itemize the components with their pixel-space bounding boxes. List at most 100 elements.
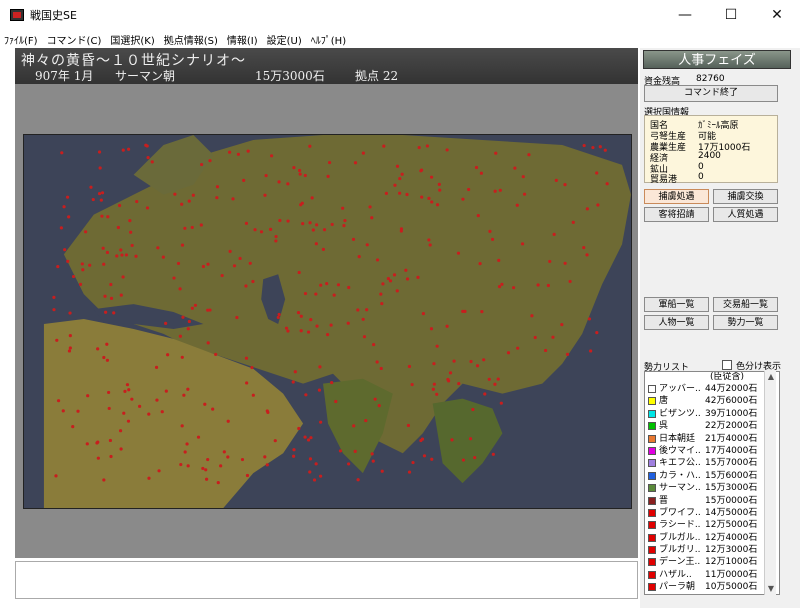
base-marker[interactable] bbox=[102, 262, 106, 266]
base-marker[interactable] bbox=[437, 182, 441, 186]
base-marker[interactable] bbox=[319, 283, 323, 287]
base-marker[interactable] bbox=[226, 455, 230, 459]
base-marker[interactable] bbox=[361, 151, 365, 155]
faction-row[interactable]: サーマン.. 15万3000石 bbox=[645, 482, 779, 494]
base-marker[interactable] bbox=[493, 189, 497, 193]
base-marker[interactable] bbox=[156, 246, 160, 250]
base-marker[interactable] bbox=[201, 466, 205, 471]
base-marker[interactable] bbox=[361, 317, 365, 321]
base-marker[interactable] bbox=[284, 326, 289, 330]
base-marker[interactable] bbox=[422, 454, 427, 458]
base-marker[interactable] bbox=[183, 450, 187, 454]
base-marker[interactable] bbox=[303, 435, 307, 439]
faction-row[interactable]: ハザル.. 11万0000石 bbox=[645, 569, 779, 581]
base-marker[interactable] bbox=[180, 424, 184, 428]
base-marker[interactable] bbox=[253, 228, 257, 232]
base-marker[interactable] bbox=[364, 418, 368, 423]
base-marker[interactable] bbox=[228, 150, 232, 154]
base-marker[interactable] bbox=[429, 327, 434, 331]
base-marker[interactable] bbox=[500, 282, 504, 286]
base-marker[interactable] bbox=[511, 286, 516, 290]
base-marker[interactable] bbox=[84, 230, 88, 234]
base-marker[interactable] bbox=[591, 145, 595, 150]
base-marker[interactable] bbox=[365, 308, 369, 312]
base-marker[interactable] bbox=[314, 242, 318, 246]
base-marker[interactable] bbox=[467, 187, 471, 192]
base-marker[interactable] bbox=[585, 253, 589, 257]
invite-general-button[interactable]: 客将招請 bbox=[644, 207, 709, 222]
base-marker[interactable] bbox=[120, 253, 124, 257]
base-marker[interactable] bbox=[346, 321, 350, 325]
base-marker[interactable] bbox=[428, 243, 432, 247]
scroll-down-icon[interactable]: ▼ bbox=[765, 583, 777, 595]
base-marker[interactable] bbox=[104, 310, 108, 314]
base-marker[interactable] bbox=[404, 268, 408, 272]
base-marker[interactable] bbox=[78, 282, 83, 286]
base-marker[interactable] bbox=[216, 481, 220, 485]
hostage-treatment-button[interactable]: 人質処遇 bbox=[713, 207, 778, 222]
base-marker[interactable] bbox=[119, 248, 123, 252]
base-marker[interactable] bbox=[76, 409, 80, 413]
base-marker[interactable] bbox=[487, 377, 491, 381]
base-marker[interactable] bbox=[67, 215, 71, 219]
base-marker[interactable] bbox=[264, 173, 268, 178]
base-marker[interactable] bbox=[187, 319, 191, 324]
base-marker[interactable] bbox=[319, 474, 323, 478]
base-marker[interactable] bbox=[326, 333, 330, 337]
base-marker[interactable] bbox=[124, 253, 129, 257]
base-marker[interactable] bbox=[248, 261, 252, 265]
base-marker[interactable] bbox=[250, 365, 254, 370]
faction-row[interactable]: アッバー.. 44万2000石 bbox=[645, 383, 779, 395]
base-marker[interactable] bbox=[105, 342, 109, 346]
base-marker[interactable] bbox=[368, 205, 372, 209]
base-marker[interactable] bbox=[112, 311, 116, 315]
base-marker[interactable] bbox=[278, 218, 282, 223]
base-marker[interactable] bbox=[166, 353, 170, 357]
base-marker[interactable] bbox=[56, 399, 61, 403]
base-marker[interactable] bbox=[238, 256, 242, 261]
base-marker[interactable] bbox=[205, 477, 209, 481]
base-marker[interactable] bbox=[203, 402, 207, 406]
base-marker[interactable] bbox=[332, 293, 336, 297]
base-marker[interactable] bbox=[530, 314, 534, 318]
base-marker[interactable] bbox=[180, 243, 185, 247]
base-marker[interactable] bbox=[129, 230, 133, 234]
base-marker[interactable] bbox=[274, 234, 278, 239]
base-marker[interactable] bbox=[375, 258, 380, 262]
base-marker[interactable] bbox=[309, 318, 313, 322]
base-marker[interactable] bbox=[251, 279, 255, 284]
menu-settings[interactable]: 設定(U) bbox=[267, 32, 302, 47]
base-marker[interactable] bbox=[109, 296, 114, 300]
base-marker[interactable] bbox=[312, 478, 317, 482]
base-marker[interactable] bbox=[127, 388, 131, 392]
faction-row[interactable]: キエフ公.. 15万7000石 bbox=[645, 457, 779, 469]
base-marker[interactable] bbox=[62, 205, 66, 209]
base-marker[interactable] bbox=[191, 193, 195, 197]
base-marker[interactable] bbox=[341, 206, 345, 210]
base-marker[interactable] bbox=[326, 174, 330, 178]
base-marker[interactable] bbox=[157, 469, 161, 473]
maximize-button[interactable]: ☐ bbox=[708, 0, 754, 30]
base-marker[interactable] bbox=[379, 366, 383, 371]
base-marker[interactable] bbox=[421, 312, 425, 316]
base-marker[interactable] bbox=[362, 335, 367, 339]
base-marker[interactable] bbox=[319, 420, 323, 424]
base-marker[interactable] bbox=[347, 462, 351, 466]
base-marker[interactable] bbox=[106, 215, 110, 219]
base-marker[interactable] bbox=[245, 381, 249, 385]
base-marker[interactable] bbox=[356, 478, 360, 482]
menu-country-select[interactable]: 国選択(K) bbox=[110, 32, 154, 47]
base-marker[interactable] bbox=[400, 172, 404, 176]
base-marker[interactable] bbox=[303, 291, 308, 296]
base-marker[interactable] bbox=[474, 165, 479, 170]
base-marker[interactable] bbox=[407, 364, 412, 369]
base-marker[interactable] bbox=[554, 178, 558, 182]
warships-list-button[interactable]: 軍船一覧 bbox=[644, 297, 709, 312]
menu-base-info[interactable]: 拠点情報(S) bbox=[164, 32, 218, 47]
base-marker[interactable] bbox=[67, 349, 72, 353]
base-marker[interactable] bbox=[118, 429, 123, 433]
base-marker[interactable] bbox=[595, 171, 599, 175]
base-marker[interactable] bbox=[182, 393, 186, 397]
base-marker[interactable] bbox=[483, 392, 487, 396]
base-marker[interactable] bbox=[173, 192, 177, 196]
